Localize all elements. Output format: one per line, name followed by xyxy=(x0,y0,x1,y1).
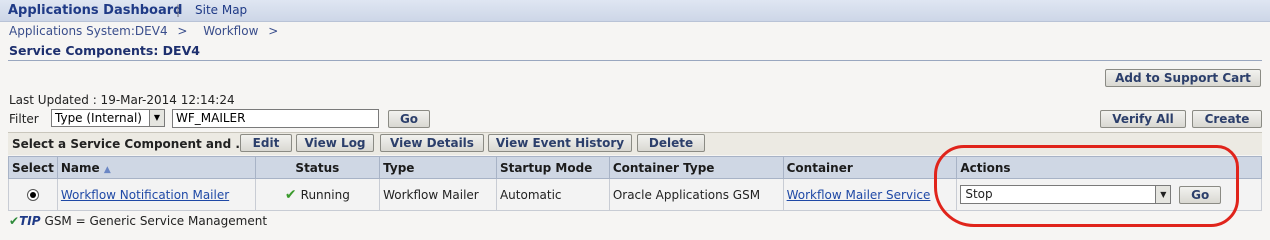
breadcrumb-separator: > xyxy=(268,24,279,38)
create-button[interactable]: Create xyxy=(1192,110,1262,128)
breadcrumb-applications-system[interactable]: Applications System:DEV4 xyxy=(9,24,168,38)
column-header-name[interactable]: Name ▲ xyxy=(56,156,256,179)
add-to-support-cart-button[interactable]: Add to Support Cart xyxy=(1105,69,1261,87)
column-header-container: Container xyxy=(782,156,958,179)
column-header-name-label: Name xyxy=(60,160,100,175)
column-header-startup-mode: Startup Mode xyxy=(495,156,610,179)
container-type-cell: Oracle Applications GSM xyxy=(608,178,784,211)
container-link[interactable]: Workflow Mailer Service xyxy=(787,188,931,202)
component-name-link[interactable]: Workflow Notification Mailer xyxy=(61,188,229,202)
startup-mode-cell: Automatic xyxy=(495,178,610,211)
filter-type-select[interactable]: Type (Internal) ▼ xyxy=(51,109,165,127)
name-cell: Workflow Notification Mailer xyxy=(56,178,256,211)
column-header-select: Select xyxy=(8,156,58,179)
toolbar-label: Select a Service Component and ... xyxy=(12,137,250,151)
type-cell: Workflow Mailer xyxy=(379,178,497,211)
red-annotation-outline xyxy=(934,145,1239,227)
status-cell: ✔ Running xyxy=(254,178,381,211)
status-text: Running xyxy=(300,187,350,202)
view-event-history-button[interactable]: View Event History xyxy=(488,134,632,152)
filter-value-input[interactable]: WF_MAILER xyxy=(172,109,379,128)
filter-type-value: Type (Internal) xyxy=(55,111,142,125)
breadcrumb-separator: > xyxy=(177,24,188,38)
filter-go-button[interactable]: Go xyxy=(388,110,430,128)
site-map-link[interactable]: Site Map xyxy=(195,3,247,17)
column-header-type: Type xyxy=(379,156,497,179)
tip-note: ✔TIP GSM = Generic Service Management xyxy=(9,214,267,228)
filter-label: Filter xyxy=(9,112,39,126)
row-select-radio[interactable] xyxy=(26,189,39,201)
verify-all-button[interactable]: Verify All xyxy=(1100,110,1186,128)
column-header-status: Status xyxy=(254,156,381,179)
container-cell: Workflow Mailer Service xyxy=(782,178,958,211)
tip-text: GSM = Generic Service Management xyxy=(44,214,268,228)
title-divider xyxy=(8,60,1262,61)
page-title: Service Components: DEV4 xyxy=(9,43,200,58)
delete-button[interactable]: Delete xyxy=(637,134,705,152)
global-nav-bar: Applications Dashboard | Site Map xyxy=(0,0,1270,22)
view-log-button[interactable]: View Log xyxy=(296,134,374,152)
edit-button[interactable]: Edit xyxy=(240,134,292,152)
column-header-container-type: Container Type xyxy=(608,156,784,179)
select-cell xyxy=(8,178,58,211)
chevron-down-icon[interactable]: ▼ xyxy=(149,110,164,126)
checkmark-icon: ✔ xyxy=(284,186,297,203)
last-updated-text: Last Updated : 19-Mar-2014 12:14:24 xyxy=(9,93,235,107)
applications-dashboard-link[interactable]: Applications Dashboard xyxy=(8,3,182,18)
breadcrumb-workflow[interactable]: Workflow xyxy=(203,24,258,38)
view-details-button[interactable]: View Details xyxy=(380,134,484,152)
breadcrumb: Applications System:DEV4 > Workflow > xyxy=(9,24,278,38)
sort-ascending-icon[interactable]: ▲ xyxy=(104,165,111,175)
tip-check-icon: ✔ xyxy=(9,214,20,228)
nav-separator: | xyxy=(176,3,181,17)
tip-label: TIP xyxy=(19,214,41,228)
